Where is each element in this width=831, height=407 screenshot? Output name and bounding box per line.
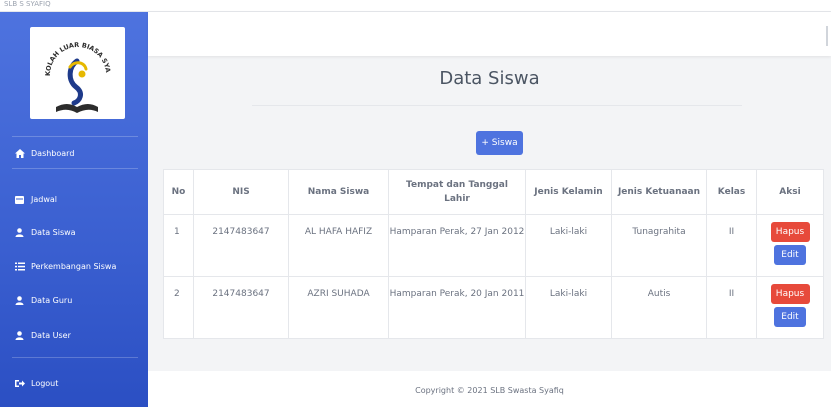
sidebar-item-label: Dashboard — [31, 148, 75, 158]
header-kelas: Kelas — [706, 169, 757, 215]
edit-button[interactable]: Edit — [774, 245, 806, 265]
header-jenis-ketuanaan: Jenis Ketuanaan — [611, 169, 707, 215]
cell-ttl: Hamparan Perak, 27 Jan 2012 — [388, 214, 526, 277]
list-icon — [14, 262, 25, 271]
cell-ketunaan: Tunagrahita — [611, 214, 707, 277]
user-icon — [14, 330, 25, 340]
sidebar-divider — [12, 168, 138, 169]
sidebar-item-label: Logout — [31, 378, 59, 388]
sidebar-divider — [12, 136, 138, 137]
title-divider — [252, 105, 742, 106]
cell-jenis-kelamin: Laki-laki — [525, 214, 612, 277]
sidebar-item-data-user[interactable]: Data User — [14, 326, 71, 344]
top-header — [148, 12, 831, 56]
cell-aksi: Hapus Edit — [756, 276, 824, 339]
header-nama-siswa: Nama Siswa — [288, 169, 389, 215]
sidebar-item-dashboard[interactable]: Dashboard — [14, 144, 74, 162]
header-tempat-tanggal-lahir: Tempat dan Tanggal Lahir — [388, 169, 526, 215]
table-header-row: No NIS Nama Siswa Tempat dan Tanggal Lah… — [163, 169, 824, 215]
edit-button[interactable]: Edit — [774, 307, 806, 327]
sidebar-item-jadwal[interactable]: Jadwal — [14, 190, 57, 208]
sidebar-divider — [12, 357, 138, 358]
school-logo: SEKOLAH LUAR BIASA SYAFIQ — [27, 21, 125, 119]
cell-nama: AL HAFA HAFIZ — [288, 214, 389, 277]
cell-nis: 2147483647 — [193, 276, 289, 339]
copyright-text: Copyright © 2021 SLB Swasta Syafiq — [415, 386, 564, 395]
header-aksi: Aksi — [756, 169, 824, 215]
cell-no: 1 — [163, 214, 194, 277]
sidebar: SEKOLAH LUAR BIASA SYAFIQ Dashboard Jadw… — [0, 12, 148, 407]
sidebar-item-logout[interactable]: Logout — [14, 374, 58, 392]
students-table: No NIS Nama Siswa Tempat dan Tanggal Lah… — [163, 169, 824, 339]
logout-icon — [14, 379, 25, 388]
cell-kelas: II — [706, 276, 757, 339]
sidebar-item-data-siswa[interactable]: Data Siswa — [14, 223, 76, 241]
table-row: 2 2147483647 AZRI SUHADA Hamparan Perak,… — [163, 276, 824, 339]
page-title: Data Siswa — [439, 68, 540, 89]
calendar-icon — [14, 195, 25, 204]
cell-ttl: Hamparan Perak, 20 Jan 2011 — [388, 276, 526, 339]
hapus-button[interactable]: Hapus — [770, 284, 810, 304]
table-row: 1 2147483647 AL HAFA HAFIZ Hamparan Pera… — [163, 214, 824, 277]
sidebar-item-label: Data Guru — [31, 295, 73, 305]
cell-kelas: II — [706, 214, 757, 277]
user-icon — [14, 295, 25, 305]
cell-no: 2 — [163, 276, 194, 339]
sidebar-item-label: Data Siswa — [31, 227, 76, 237]
header-jenis-kelamin: Jenis Kelamin — [525, 169, 612, 215]
hapus-button[interactable]: Hapus — [770, 222, 810, 242]
add-siswa-button[interactable]: + Siswa — [476, 131, 523, 155]
sidebar-item-data-guru[interactable]: Data Guru — [14, 291, 72, 309]
sidebar-item-perkembangan-siswa[interactable]: Perkembangan Siswa — [14, 257, 116, 275]
sidebar-item-label: Perkembangan Siswa — [31, 261, 117, 271]
user-icon — [14, 227, 25, 237]
cell-nis: 2147483647 — [193, 214, 289, 277]
footer: Copyright © 2021 SLB Swasta Syafiq — [148, 371, 831, 407]
cell-ketunaan: Autis — [611, 276, 707, 339]
header-edge — [826, 26, 828, 46]
browser-top-strip: SLB S SYAFIQ — [0, 0, 831, 12]
sidebar-item-label: Data User — [31, 330, 71, 340]
header-nis: NIS — [193, 169, 289, 215]
cell-aksi: Hapus Edit — [756, 214, 824, 277]
cell-jenis-kelamin: Laki-laki — [525, 276, 612, 339]
cell-nama: AZRI SUHADA — [288, 276, 389, 339]
sidebar-item-label: Jadwal — [31, 194, 58, 204]
home-icon — [14, 148, 25, 158]
top-strip-text: SLB S SYAFIQ — [4, 0, 51, 8]
header-no: No — [163, 169, 194, 215]
